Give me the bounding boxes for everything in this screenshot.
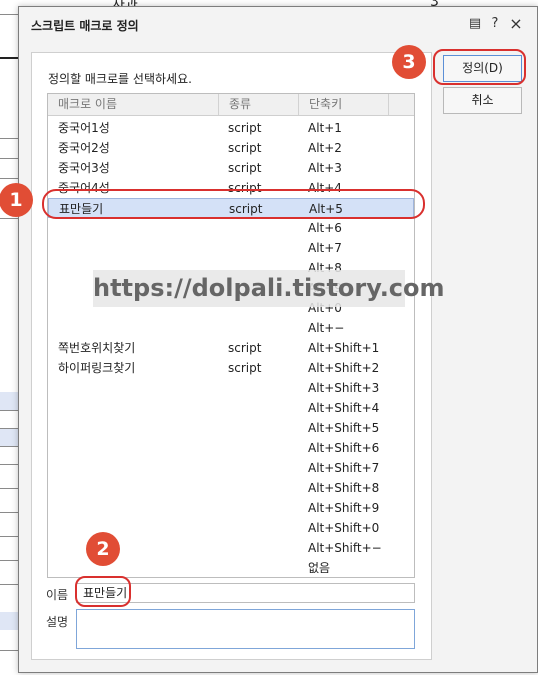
description-field[interactable]: [76, 609, 415, 649]
macro-type-cell: script: [228, 161, 262, 175]
macro-type-cell: script: [228, 141, 262, 155]
define-script-macro-dialog: 스크립트 매크로 정의 ▤ ? × 정의할 매크로를 선택하세요. 매크로 이름…: [18, 6, 538, 673]
macro-type-cell: script: [228, 361, 262, 375]
name-field-highlight: [75, 576, 131, 607]
macro-name-cell: 중국어1성: [58, 121, 110, 135]
macro-row[interactable]: Alt+Shift+3: [48, 378, 414, 398]
define-button-highlight: [433, 49, 526, 85]
column-header-filler: [389, 94, 414, 115]
dialog-title: 스크립트 매크로 정의: [31, 19, 139, 33]
macro-row[interactable]: Alt+6: [48, 218, 414, 238]
macro-row[interactable]: Alt+Shift+6: [48, 438, 414, 458]
macro-list[interactable]: 매크로 이름 종류 단축키 중국어1성 script Alt+1 중국어2성 scrip…: [47, 93, 415, 578]
column-header-macro-name[interactable]: 매크로 이름: [48, 94, 219, 115]
macro-shortcut-cell: Alt+Shift+3: [308, 381, 380, 395]
macro-shortcut-cell: Alt+Shift+2: [308, 361, 380, 375]
macro-list-rows: 중국어1성 script Alt+1 중국어2성 script Alt+2 중국어3성 scr…: [48, 118, 414, 578]
macro-shortcut-cell: Alt+Shift+9: [308, 501, 380, 515]
step-marker-2: 2: [86, 532, 120, 566]
macro-row[interactable]: Alt+−: [48, 318, 414, 338]
macro-row[interactable]: 중국어1성 script Alt+1: [48, 118, 414, 138]
macro-row[interactable]: Alt+7: [48, 238, 414, 258]
macro-name-cell: 하이퍼링크찾기: [58, 361, 136, 375]
macro-shortcut-cell: Alt+Shift+0: [308, 521, 380, 535]
selected-row-highlight: [42, 189, 425, 219]
macro-shortcut-cell: Alt+Shift+7: [308, 461, 380, 475]
help-icon[interactable]: ?: [485, 14, 505, 34]
macro-row[interactable]: 쪽번호위치찾기 script Alt+Shift+1: [48, 338, 414, 358]
cancel-button[interactable]: 취소: [443, 87, 522, 114]
macro-shortcut-cell: Alt+7: [308, 241, 342, 255]
step-marker-1: 1: [0, 183, 33, 217]
name-label: 이름: [46, 588, 69, 602]
macro-selection-panel: 정의할 매크로를 선택하세요. 매크로 이름 종류 단축키 중국어1성 scrip…: [31, 52, 432, 660]
macro-row[interactable]: Alt+Shift+7: [48, 458, 414, 478]
macro-row[interactable]: Alt+Shift+9: [48, 498, 414, 518]
macro-shortcut-cell: Alt+3: [308, 161, 342, 175]
selection-prompt: 정의할 매크로를 선택하세요.: [48, 72, 192, 86]
macro-row[interactable]: Alt+Shift+5: [48, 418, 414, 438]
macro-shortcut-cell: Alt+Shift+5: [308, 421, 380, 435]
macro-shortcut-cell: Alt+Shift+8: [308, 481, 380, 495]
macro-name-cell: 중국어3성: [58, 161, 110, 175]
macro-row[interactable]: 하이퍼링크찾기 script Alt+Shift+2: [48, 358, 414, 378]
macro-shortcut-cell: Alt+Shift+1: [308, 341, 380, 355]
macro-shortcut-cell: Alt+6: [308, 221, 342, 235]
macro-type-cell: script: [228, 341, 262, 355]
close-icon[interactable]: ×: [506, 14, 526, 34]
macro-name-cell: 쪽번호위치찾기: [58, 341, 136, 355]
step-marker-3: 3: [392, 45, 426, 79]
watermark: https://dolpali.tistory.com: [93, 270, 445, 307]
dialog-titlebar[interactable]: 스크립트 매크로 정의 ▤ ? ×: [19, 7, 537, 41]
macro-shortcut-cell: Alt+Shift+4: [308, 401, 380, 415]
macro-list-header: 매크로 이름 종류 단축키: [48, 94, 414, 116]
column-header-shortcut[interactable]: 단축키: [299, 94, 389, 115]
macro-shortcut-cell: Alt+Shift+6: [308, 441, 380, 455]
macro-row[interactable]: Alt+Shift+8: [48, 478, 414, 498]
macro-name-cell: 중국어2성: [58, 141, 110, 155]
macro-row[interactable]: 중국어2성 script Alt+2: [48, 138, 414, 158]
macro-shortcut-cell: Alt+1: [308, 121, 342, 135]
macro-type-cell: script: [228, 121, 262, 135]
macro-shortcut-cell: 없음: [308, 561, 331, 575]
macro-row[interactable]: Alt+Shift+4: [48, 398, 414, 418]
description-label: 설명: [46, 615, 69, 629]
help-panel-icon[interactable]: ▤: [465, 14, 485, 34]
macro-shortcut-cell: Alt+Shift+−: [308, 541, 382, 555]
macro-row[interactable]: 중국어3성 script Alt+3: [48, 158, 414, 178]
column-header-type[interactable]: 종류: [219, 94, 299, 115]
macro-shortcut-cell: Alt+2: [308, 141, 342, 155]
macro-shortcut-cell: Alt+−: [308, 321, 345, 335]
